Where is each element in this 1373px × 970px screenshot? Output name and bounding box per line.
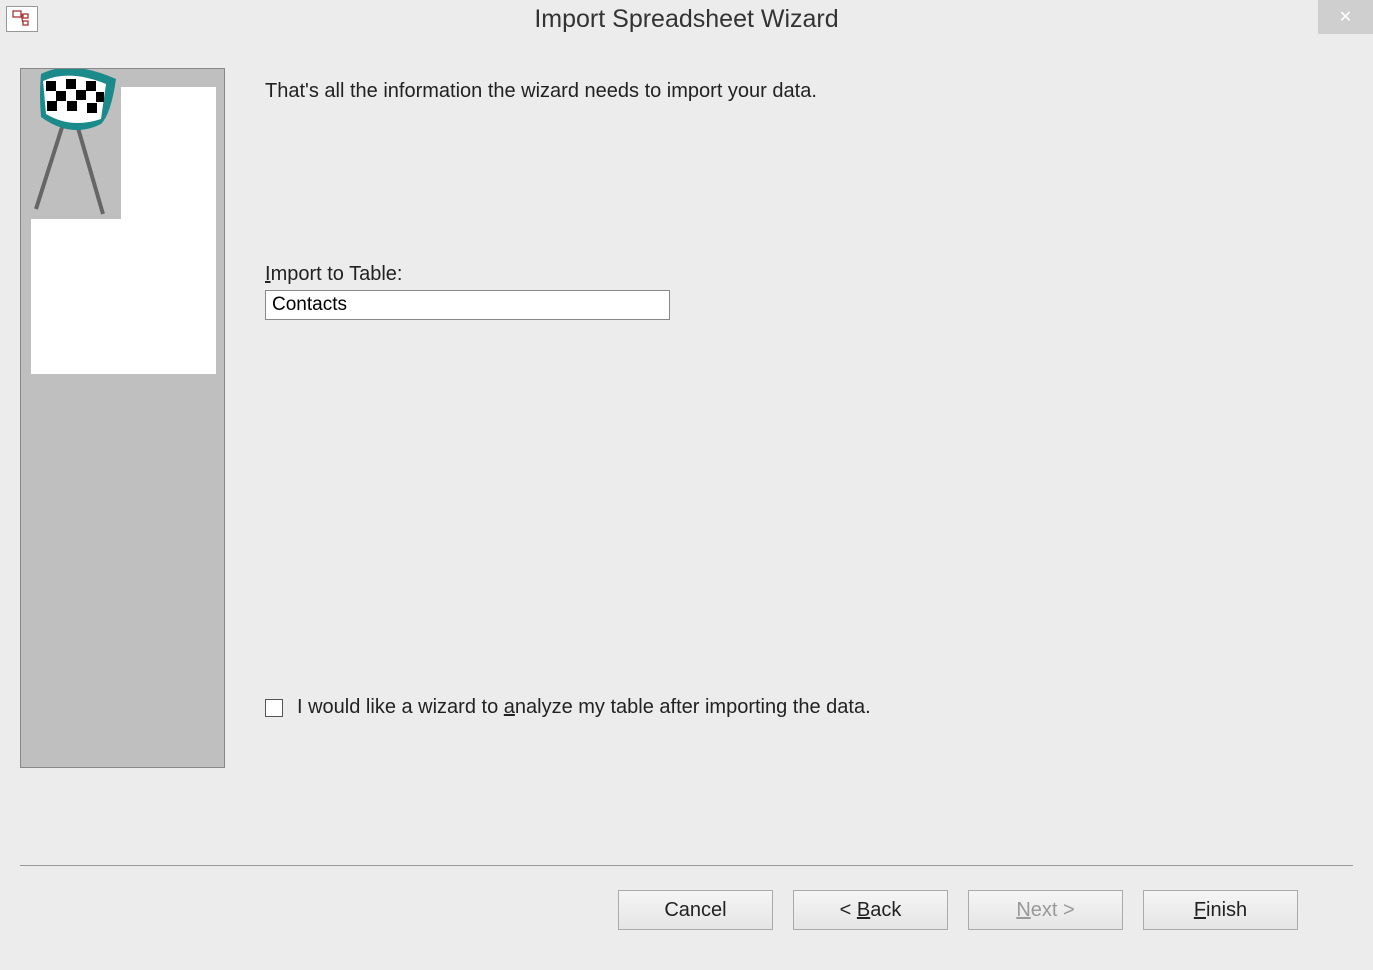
app-icon (6, 6, 38, 32)
titlebar: Import Spreadsheet Wizard ✕ (0, 0, 1373, 38)
back-button[interactable]: < Back (793, 890, 948, 930)
import-table-input[interactable] (265, 290, 670, 320)
close-button[interactable]: ✕ (1318, 0, 1373, 34)
window-title: Import Spreadsheet Wizard (534, 5, 838, 34)
wizard-main: That's all the information the wizard ne… (225, 68, 1353, 838)
analyze-checkbox-row: I would like a wizard to analyze my tabl… (265, 696, 1353, 719)
finish-button[interactable]: Finish (1143, 890, 1298, 930)
next-button[interactable]: Next > (968, 890, 1123, 930)
button-row: Cancel < Back Next > Finish (20, 890, 1353, 930)
footer-divider (20, 865, 1353, 866)
wizard-intro-text: That's all the information the wizard ne… (265, 80, 1353, 103)
close-icon: ✕ (1339, 7, 1352, 27)
analyze-checkbox-label: I would like a wizard to analyze my tabl… (297, 696, 871, 719)
wizard-graphic-page (31, 87, 216, 374)
import-table-label: Import to Table: (265, 263, 1353, 286)
wizard-graphic-panel (20, 68, 225, 768)
wizard-content: That's all the information the wizard ne… (0, 38, 1373, 838)
checkered-flag-icon (21, 69, 121, 219)
analyze-checkbox[interactable] (265, 699, 283, 717)
import-table-field: Import to Table: (265, 263, 1353, 320)
wizard-footer: Cancel < Back Next > Finish (20, 865, 1353, 930)
cancel-button[interactable]: Cancel (618, 890, 773, 930)
